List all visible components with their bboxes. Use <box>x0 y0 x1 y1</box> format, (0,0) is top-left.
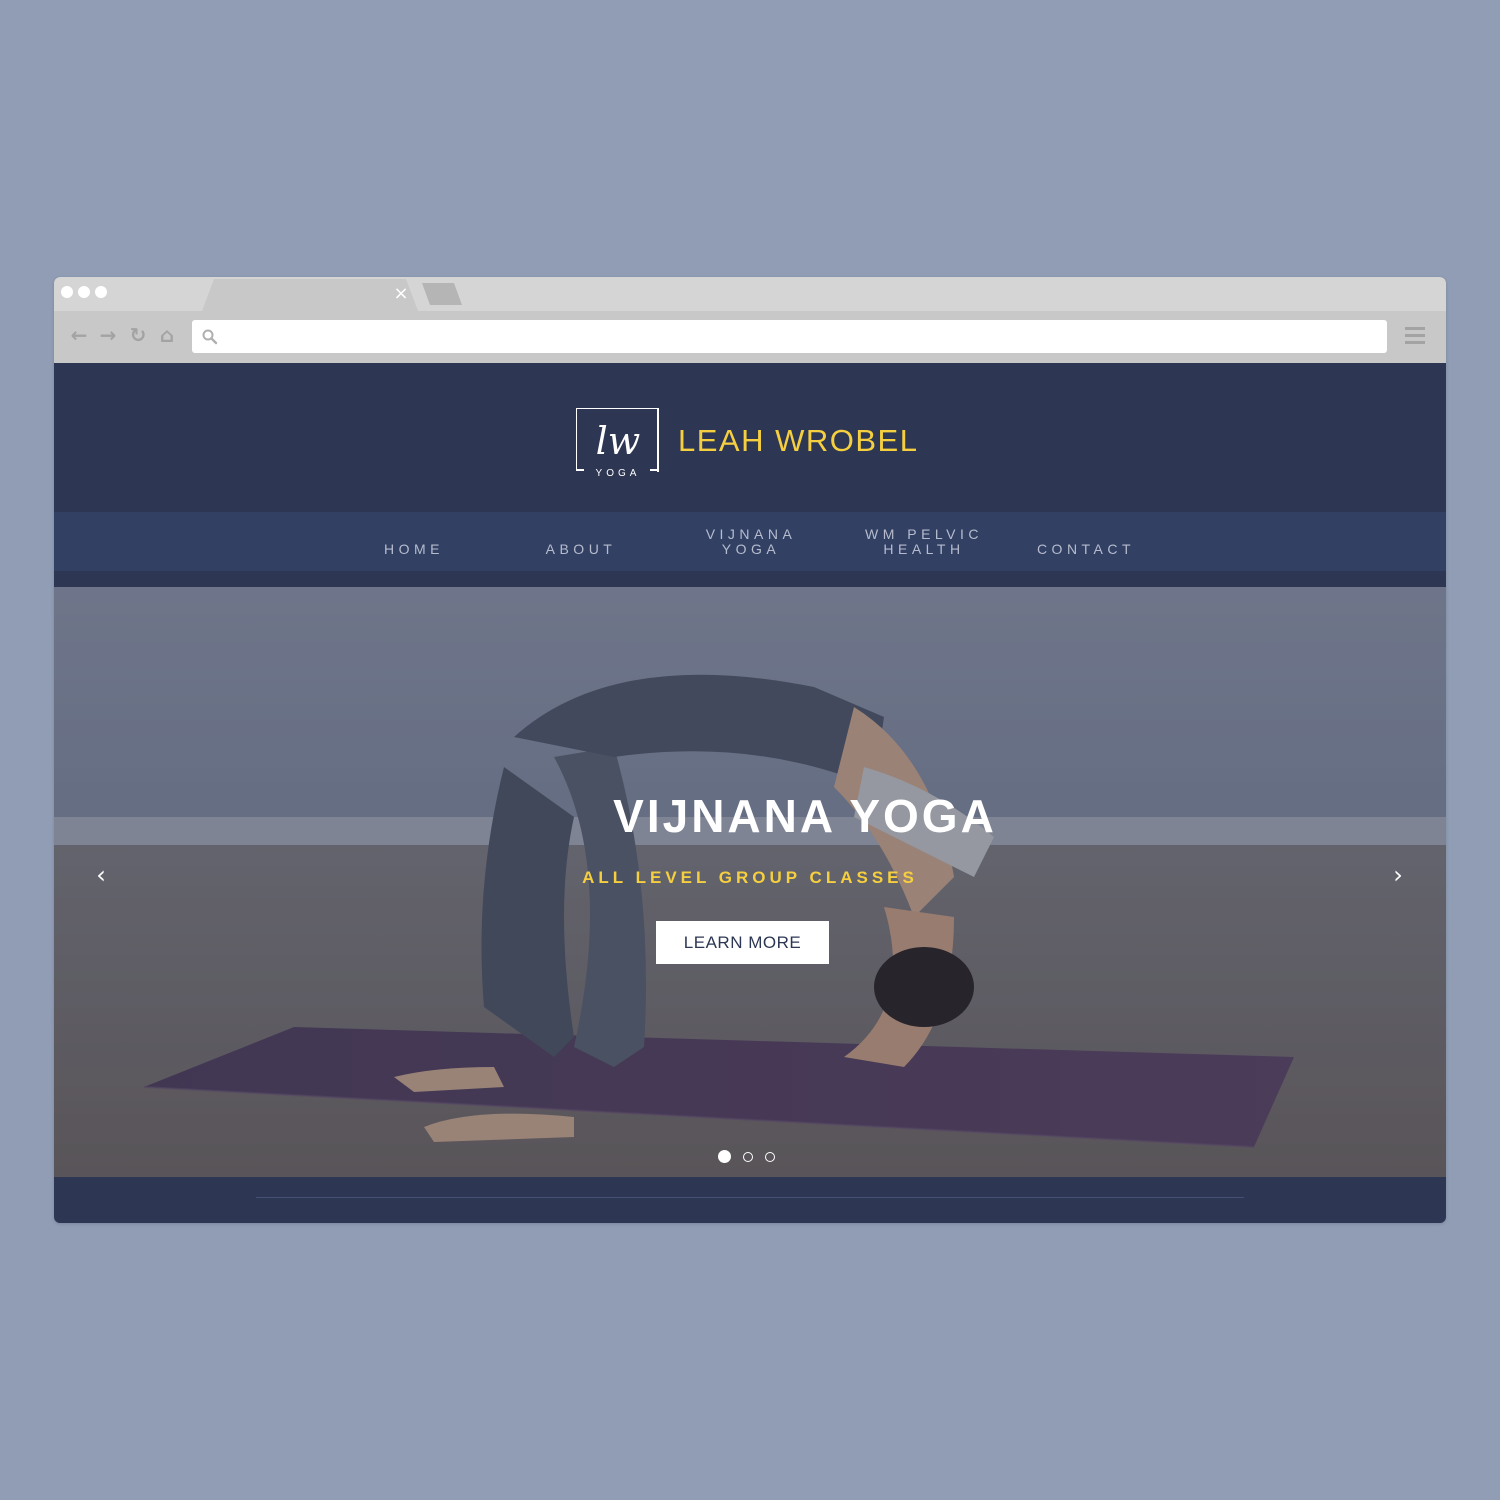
nav-contact[interactable]: CONTACT <box>1022 542 1150 556</box>
window-controls <box>61 286 107 298</box>
svg-text:YOGA: YOGA <box>596 468 641 479</box>
carousel-prev-icon[interactable]: ‹ <box>89 863 113 887</box>
browser-window: × ← → ↻ ⌂ lw YOGA LEAH WROBEL HOME ABOUT… <box>54 277 1446 1223</box>
site-navigation: HOME ABOUT VIJNANA YOGA WM PELVIC HEALTH… <box>54 512 1446 571</box>
forward-icon[interactable]: → <box>96 323 120 347</box>
hero-title: VIJNANA YOGA <box>54 789 1446 843</box>
carousel-dot-1[interactable] <box>718 1150 731 1163</box>
brand-name[interactable]: LEAH WROBEL <box>678 423 918 459</box>
tab-close-icon[interactable]: × <box>390 283 412 305</box>
hero-title-text: VIJNANA YOGA <box>613 790 997 842</box>
nav-wm-line2: HEALTH <box>883 541 965 557</box>
nav-wm-pelvic-health[interactable]: WM PELVIC HEALTH <box>844 527 1004 557</box>
search-icon <box>202 329 218 345</box>
nav-vijnana-line2: YOGA <box>721 541 781 557</box>
back-icon[interactable]: ← <box>67 323 91 347</box>
minimize-window-dot[interactable] <box>78 286 90 298</box>
nav-home[interactable]: HOME <box>354 542 474 556</box>
hero-subtitle: ALL LEVEL GROUP CLASSES <box>54 868 1446 888</box>
carousel-indicators <box>718 1150 775 1163</box>
hero-subtitle-text: ALL LEVEL GROUP CLASSES <box>582 868 918 887</box>
new-tab-button[interactable] <box>420 283 464 305</box>
maximize-window-dot[interactable] <box>95 286 107 298</box>
reload-icon[interactable]: ↻ <box>126 323 150 347</box>
svg-text:lw: lw <box>596 419 641 463</box>
nav-vijnana-yoga[interactable]: VIJNANA YOGA <box>686 527 816 557</box>
home-icon[interactable]: ⌂ <box>155 323 179 347</box>
nav-wm-line1: WM PELVIC <box>864 526 984 542</box>
learn-more-button[interactable]: LEARN MORE <box>656 921 829 964</box>
address-bar[interactable] <box>192 320 1387 353</box>
browser-menu-icon[interactable] <box>1404 325 1426 347</box>
carousel-next-icon[interactable]: › <box>1386 863 1410 887</box>
nav-vijnana-line1: VIJNANA <box>705 526 797 542</box>
logo-mark[interactable]: lw YOGA <box>576 408 660 480</box>
section-divider <box>256 1197 1244 1198</box>
hero-carousel: VIJNANA YOGA ALL LEVEL GROUP CLASSES LEA… <box>54 587 1446 1177</box>
carousel-dot-3[interactable] <box>765 1151 775 1162</box>
close-window-dot[interactable] <box>61 286 73 298</box>
browser-tab[interactable]: × <box>202 279 418 311</box>
tab-strip: × <box>54 277 1446 311</box>
carousel-dot-2[interactable] <box>743 1151 753 1162</box>
browser-toolbar: ← → ↻ ⌂ <box>54 311 1446 363</box>
site-header: lw YOGA LEAH WROBEL <box>54 363 1446 512</box>
nav-about[interactable]: ABOUT <box>516 542 646 556</box>
